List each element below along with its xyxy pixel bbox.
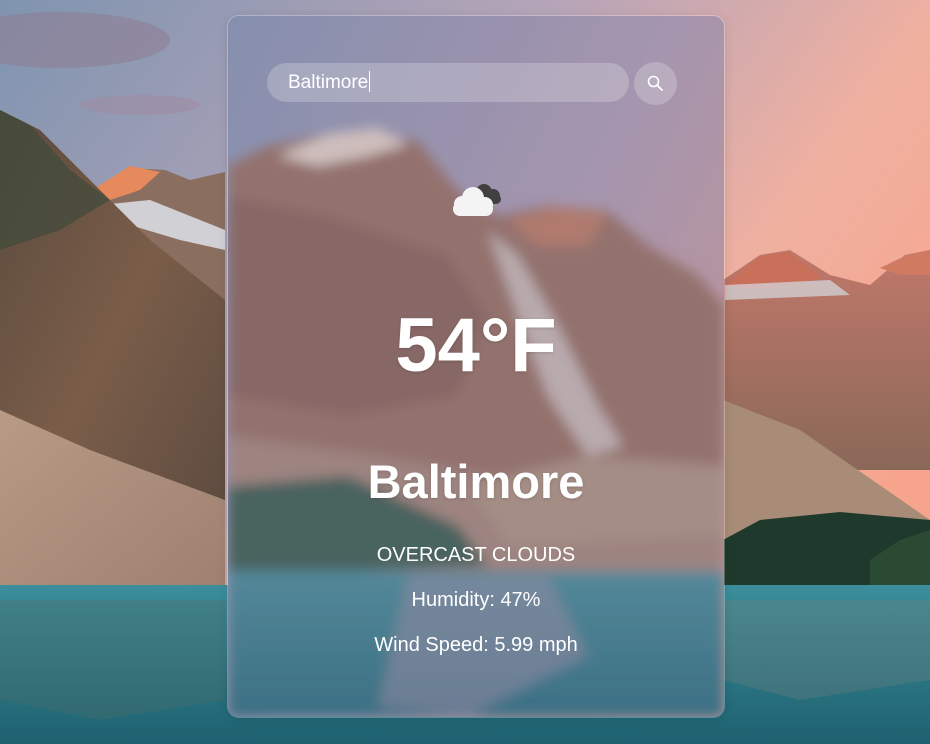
search-input-value: Baltimore — [288, 72, 369, 93]
overcast-clouds-icon — [453, 184, 501, 216]
weather-description: OVERCAST CLOUDS — [376, 544, 576, 566]
city-name: Baltimore — [367, 455, 585, 508]
humidity: Humidity: 47% — [411, 589, 541, 611]
text-caret — [369, 71, 371, 92]
temperature: 54°F — [395, 303, 557, 388]
search-icon — [647, 75, 663, 91]
weather-card: Baltimore 54°F Baltimore OVERCAST CLOUDS… — [227, 15, 725, 718]
app-root: Baltimore 54°F Baltimore OVERCAST CLOUDS… — [0, 0, 930, 744]
search-button[interactable] — [634, 62, 677, 105]
search-input[interactable]: Baltimore — [267, 63, 629, 102]
search-bar: Baltimore — [267, 62, 679, 106]
wind-speed: Wind Speed: 5.99 mph — [374, 634, 578, 656]
